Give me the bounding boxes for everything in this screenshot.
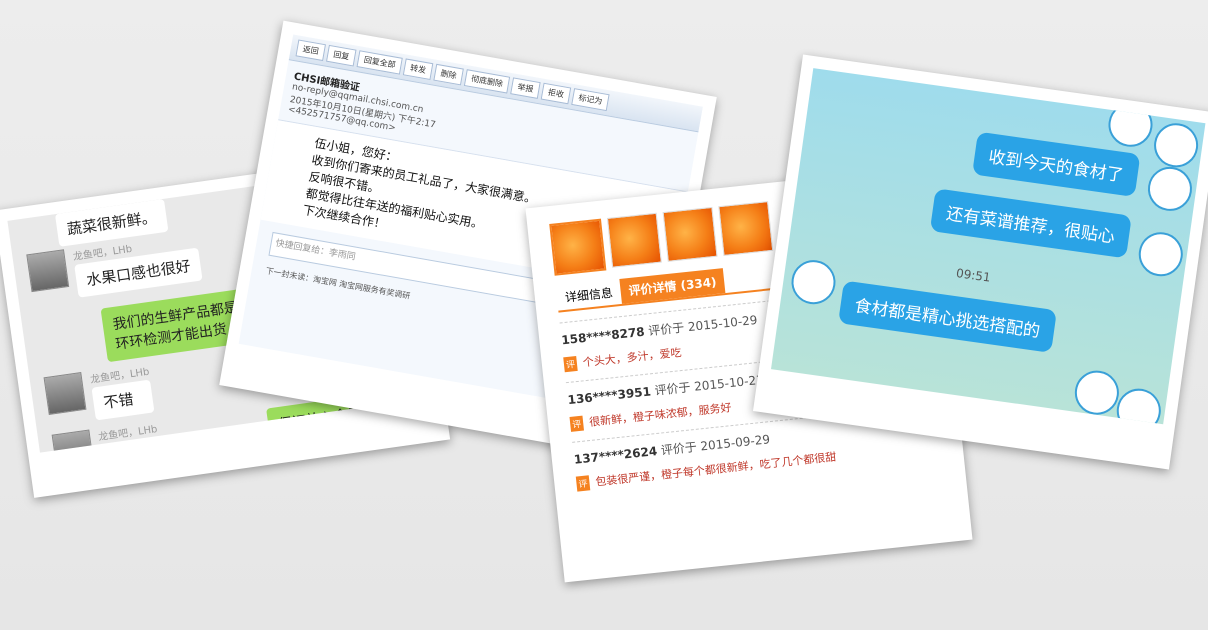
review-date: 评价于 2015-09-29 xyxy=(660,432,771,458)
chat-screenshot-card: 收到今天的食材了 还有菜谱推荐，很贴心 09:51 食材都是精心挑选搭配的 xyxy=(752,54,1208,470)
product-thumbnail[interactable] xyxy=(549,218,607,276)
delete-button[interactable]: 删除 xyxy=(433,63,464,86)
chat-message: 龙鱼吧，LHb 水果口感也很好 xyxy=(26,231,203,304)
review-date: 评价于 2015-10-21 xyxy=(653,372,765,398)
avatar xyxy=(1145,164,1195,214)
chat-bubble: 还有菜谱推荐，很贴心 xyxy=(929,188,1132,259)
chat-message: 龙鱼吧，LHb 哈。 xyxy=(51,420,164,453)
reply-all-button[interactable]: 回复全部 xyxy=(356,50,403,75)
reply-button[interactable]: 回复 xyxy=(325,44,357,67)
review-date: 评价于 2015-10-29 xyxy=(647,312,759,339)
avatar xyxy=(1151,120,1201,171)
avatar xyxy=(1105,99,1156,150)
messaging-chat-photo: 收到今天的食材了 还有菜谱推荐，很贴心 09:51 食材都是精心挑选搭配的 xyxy=(770,68,1206,425)
avatar xyxy=(51,429,95,453)
avatar xyxy=(26,249,70,293)
review-badge: 评 xyxy=(563,355,578,372)
tab-details[interactable]: 详细信息 xyxy=(556,279,622,311)
chat-bubble: 食材都是精心挑选搭配的 xyxy=(838,280,1057,353)
reviewer-id: 158****8278 xyxy=(560,324,646,348)
reject-button[interactable]: 拒收 xyxy=(540,82,572,105)
product-thumbnail[interactable] xyxy=(606,212,662,268)
avatar xyxy=(1072,367,1122,418)
review-text: 个头大，多汁，爱吃 xyxy=(582,345,683,370)
permanent-delete-button[interactable]: 彻底删除 xyxy=(463,69,511,94)
back-button[interactable]: 返回 xyxy=(295,39,326,62)
review-badge: 评 xyxy=(569,415,584,432)
avatar xyxy=(788,257,839,308)
sender-name: 龙鱼吧，LHb xyxy=(97,424,159,444)
product-thumbnail[interactable] xyxy=(662,206,718,262)
chat-bubble: 不错 xyxy=(91,379,155,421)
reviewer-id: 136****3951 xyxy=(567,384,652,408)
mark-as-button[interactable]: 标记为 xyxy=(571,88,610,112)
tab-reviews[interactable]: 评价详情 (334) xyxy=(619,268,726,304)
chat-timestamp: 09:51 xyxy=(955,266,992,285)
avatar xyxy=(1135,229,1186,280)
report-button[interactable]: 举报 xyxy=(510,77,541,99)
product-thumbnail[interactable] xyxy=(718,201,774,257)
chat-message: 龙鱼吧，LHb 不错 xyxy=(43,363,155,427)
avatar xyxy=(1113,385,1164,425)
avatar xyxy=(43,372,87,415)
forward-button[interactable]: 转发 xyxy=(402,58,434,81)
review-badge: 评 xyxy=(575,474,591,492)
reviewer-id: 137****2624 xyxy=(573,444,658,467)
